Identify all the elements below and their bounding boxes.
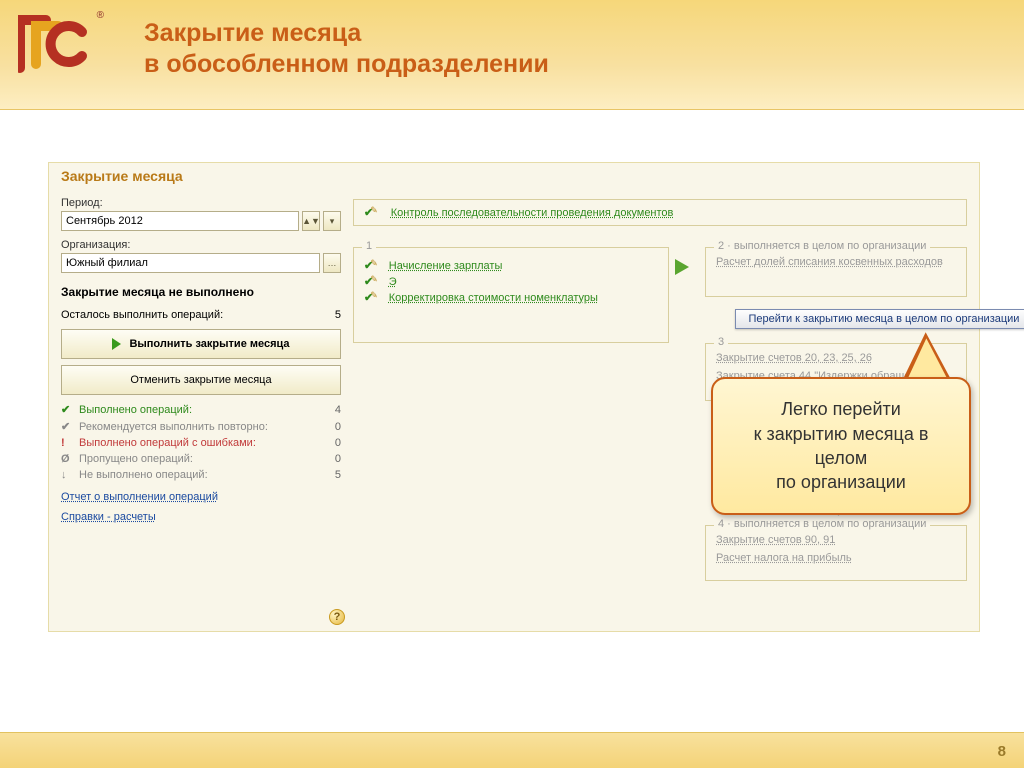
stat-row: !Выполнено операций с ошибками:0: [61, 435, 341, 451]
check-icon: [364, 291, 381, 304]
stat-label: Не выполнено операций:: [75, 469, 335, 481]
control-box: Контроль последовательности проведения д…: [353, 199, 967, 226]
org-picker[interactable]: …: [323, 253, 341, 273]
group-3-legend: 3: [714, 336, 728, 348]
period-dropdown[interactable]: ▾: [323, 211, 341, 231]
stat-label: Рекомендуется выполнить повторно:: [75, 421, 335, 433]
stat-row: ✔Выполнено операций:4: [61, 401, 341, 418]
group-4: 4 · выполняется в целом по организации З…: [705, 525, 967, 581]
op-profit-tax[interactable]: Расчет налога на прибыль: [716, 552, 852, 564]
op-close-accounts-90[interactable]: Закрытие счетов 90, 91: [716, 534, 835, 546]
stats-list: ✔Выполнено операций:4✔Рекомендуется выпо…: [61, 401, 341, 483]
right-column: Контроль последовательности проведения д…: [353, 199, 967, 238]
check-icon: [364, 206, 381, 219]
execute-button[interactable]: Выполнить закрытие месяца: [61, 329, 341, 359]
check-icon: [364, 259, 381, 272]
control-sequence-link[interactable]: Контроль последовательности проведения д…: [391, 207, 674, 219]
slide-header: ® Закрытие месяца в обособленном подразд…: [0, 0, 1024, 110]
cancel-button[interactable]: Отменить закрытие месяца: [61, 365, 341, 395]
group-4-legend: 4 · выполняется в целом по организации: [714, 518, 930, 530]
op-close-accounts-20[interactable]: Закрытие счетов 20, 23, 25, 26: [716, 352, 872, 364]
status-icon: Ø: [61, 453, 75, 465]
stat-label: Выполнено операций:: [75, 404, 335, 416]
remaining-label: Осталось выполнить операций:: [61, 309, 223, 321]
footer-bar: 8: [0, 732, 1024, 768]
goto-org-close-button[interactable]: Перейти к закрытию месяца в целом по орг…: [735, 309, 1024, 329]
org-field[interactable]: Южный филиал: [61, 253, 320, 273]
logo-1c: ®: [18, 12, 98, 76]
status-text: Закрытие месяца не выполнено: [61, 285, 341, 299]
help-icon[interactable]: ?: [329, 609, 345, 625]
references-link[interactable]: Справки - расчеты: [61, 511, 156, 523]
stat-value: 0: [335, 453, 341, 465]
group-1: 1 Начисление зарплаты Э Корректировка ст…: [353, 247, 669, 343]
stat-label: Пропущено операций:: [75, 453, 335, 465]
stat-label: Выполнено операций с ошибками:: [75, 437, 335, 449]
stat-row: ↓Не выполнено операций:5: [61, 467, 341, 483]
org-label: Организация:: [61, 239, 341, 251]
panel-title: Закрытие месяца: [49, 163, 979, 186]
remaining-value: 5: [335, 309, 341, 321]
left-column: Период: Сентябрь 2012 ▲▼ ▾ Организация: …: [61, 193, 341, 523]
status-icon: !: [61, 437, 75, 449]
callout-bubble: Легко перейти к закрытию месяца в целом …: [711, 377, 971, 515]
stat-row: ØПропущено операций:0: [61, 451, 341, 467]
page-number: 8: [998, 743, 1006, 760]
stat-value: 0: [335, 437, 341, 449]
stat-value: 4: [335, 404, 341, 416]
stat-row: ✔Рекомендуется выполнить повторно:0: [61, 418, 341, 435]
group-2-legend: 2 · выполняется в целом по организации: [714, 240, 930, 252]
status-icon: ✔: [61, 420, 75, 433]
group-1-legend: 1: [362, 240, 376, 252]
status-icon: ✔: [61, 403, 75, 416]
arrow-right-icon: [675, 259, 689, 275]
op-indirect-costs[interactable]: Расчет долей списания косвенных расходов: [716, 256, 943, 268]
app-panel: Закрытие месяца Период: Сентябрь 2012 ▲▼…: [48, 162, 980, 632]
group-2: 2 · выполняется в целом по организации Р…: [705, 247, 967, 297]
stat-value: 0: [335, 421, 341, 433]
slide-title: Закрытие месяца в обособленном подраздел…: [144, 18, 549, 81]
status-icon: ↓: [61, 469, 75, 481]
stat-value: 5: [335, 469, 341, 481]
period-field[interactable]: Сентябрь 2012: [61, 211, 299, 231]
check-icon: [364, 275, 381, 288]
op-salary[interactable]: Начисление зарплаты: [389, 260, 503, 272]
play-icon: [112, 338, 121, 350]
period-stepper[interactable]: ▲▼: [302, 211, 320, 231]
period-label: Период:: [61, 197, 341, 209]
op-cost-correction[interactable]: Корректировка стоимости номенклатуры: [389, 292, 598, 304]
op-hidden[interactable]: Э: [389, 276, 397, 288]
report-link[interactable]: Отчет о выполнении операций: [61, 491, 218, 503]
